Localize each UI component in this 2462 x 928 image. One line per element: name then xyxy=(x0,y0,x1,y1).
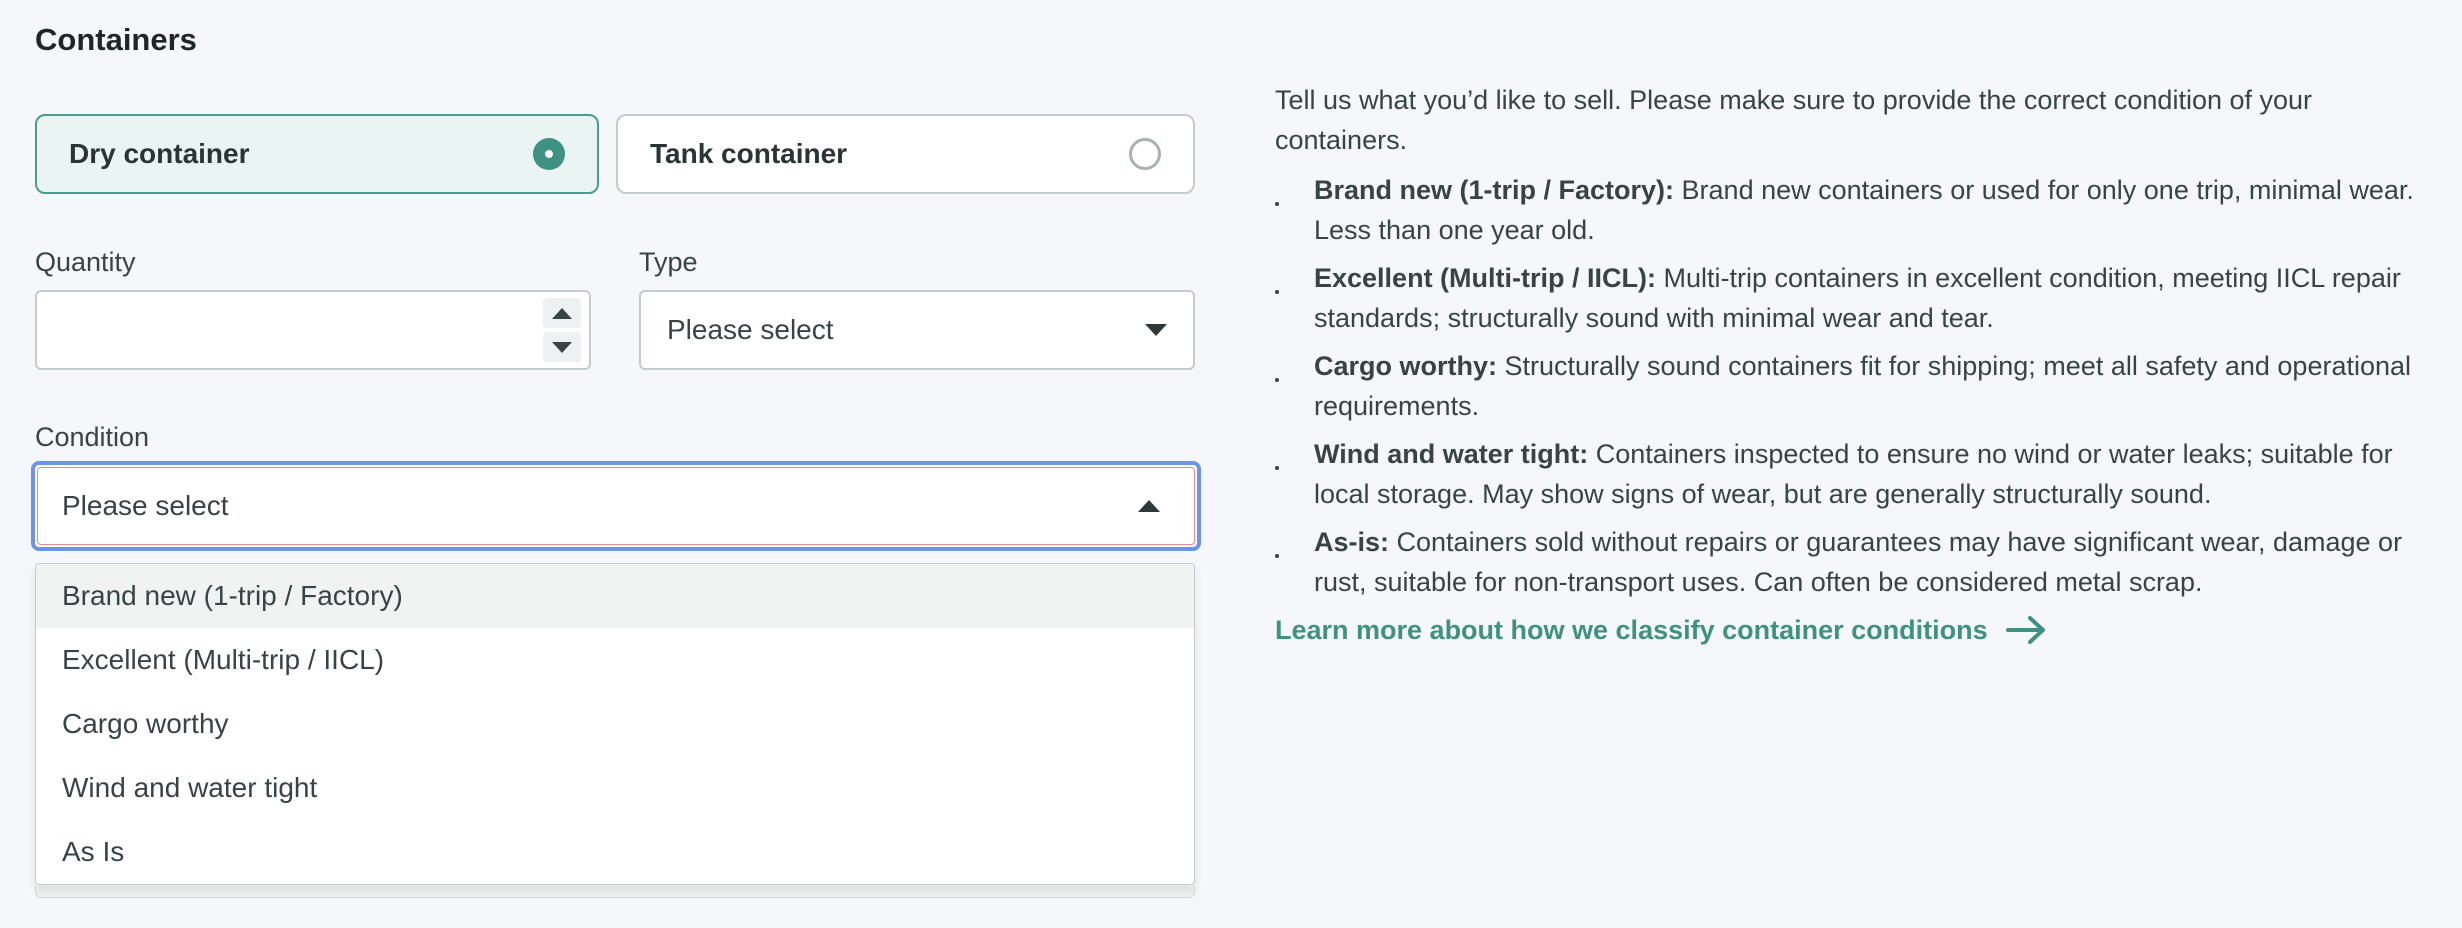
list-item: Brand new (1-trip / Factory): Brand new … xyxy=(1275,170,2435,250)
learn-more-link[interactable]: Learn more about how we classify contain… xyxy=(1275,610,2435,650)
bullet-icon xyxy=(1275,554,1279,558)
dry-container-label: Dry container xyxy=(69,138,250,169)
quantity-input[interactable] xyxy=(37,292,517,368)
condition-descriptions: Brand new (1-trip / Factory): Brand new … xyxy=(1275,170,2435,602)
list-item: As-is: Containers sold without repairs o… xyxy=(1275,522,2435,602)
triangle-down-icon xyxy=(552,341,572,353)
section-title: Containers xyxy=(35,22,197,57)
condition-option-as-is[interactable]: As Is xyxy=(36,820,1194,884)
arrow-right-icon xyxy=(2005,616,2045,644)
condition-dropdown: Brand new (1-trip / Factory) Excellent (… xyxy=(35,563,1195,885)
bullet-icon xyxy=(1275,202,1279,206)
condition-select[interactable]: Please select xyxy=(31,461,1201,551)
condition-term: Cargo worthy: xyxy=(1314,351,1498,381)
condition-option-excellent[interactable]: Excellent (Multi-trip / IICL) xyxy=(36,628,1194,692)
condition-option-cargo-worthy[interactable]: Cargo worthy xyxy=(36,692,1194,756)
info-intro: Tell us what you’d like to sell. Please … xyxy=(1275,85,2313,155)
bullet-icon xyxy=(1275,290,1279,294)
learn-more-text: Learn more about how we classify contain… xyxy=(1275,615,1988,645)
condition-desc: Containers sold without repairs or guara… xyxy=(1314,527,2403,597)
bullet-icon xyxy=(1275,378,1279,382)
list-item: Cargo worthy: Structurally sound contain… xyxy=(1275,346,2435,426)
type-select[interactable]: Please select xyxy=(639,290,1195,370)
radio-selected-icon xyxy=(533,138,565,170)
condition-select-inner: Please select xyxy=(37,467,1195,545)
quantity-label: Quantity xyxy=(35,247,136,277)
dry-container-option[interactable]: Dry container xyxy=(35,114,599,194)
condition-term: Brand new (1-trip / Factory): xyxy=(1314,175,1675,205)
chevron-up-icon xyxy=(1138,500,1160,512)
condition-term: Excellent (Multi-trip / IICL): xyxy=(1314,263,1656,293)
type-select-value: Please select xyxy=(667,314,834,345)
tank-container-option[interactable]: Tank container xyxy=(616,114,1195,194)
condition-info-panel: Tell us what you’d like to sell. Please … xyxy=(1275,80,2435,650)
chevron-down-icon xyxy=(1145,324,1167,336)
quantity-stepper xyxy=(543,298,581,362)
triangle-up-icon xyxy=(552,307,572,319)
condition-term: Wind and water tight: xyxy=(1314,439,1589,469)
increment-button[interactable] xyxy=(543,298,581,328)
list-item: Excellent (Multi-trip / IICL): Multi-tri… xyxy=(1275,258,2435,338)
sell-containers-page: Containers Dry container Tank container … xyxy=(0,0,2462,928)
quantity-field xyxy=(35,290,591,370)
type-label: Type xyxy=(639,247,698,277)
condition-label: Condition xyxy=(35,422,150,452)
radio-unselected-icon xyxy=(1129,138,1161,170)
condition-select-value: Please select xyxy=(62,490,229,521)
condition-option-brand-new[interactable]: Brand new (1-trip / Factory) xyxy=(36,564,1194,628)
list-item: Wind and water tight: Containers inspect… xyxy=(1275,434,2435,514)
tank-container-label: Tank container xyxy=(650,138,848,169)
decrement-button[interactable] xyxy=(543,332,581,362)
dropdown-underlay xyxy=(35,886,1195,898)
condition-option-wind-water-tight[interactable]: Wind and water tight xyxy=(36,756,1194,820)
condition-term: As-is: xyxy=(1314,527,1390,557)
bullet-icon xyxy=(1275,466,1279,470)
